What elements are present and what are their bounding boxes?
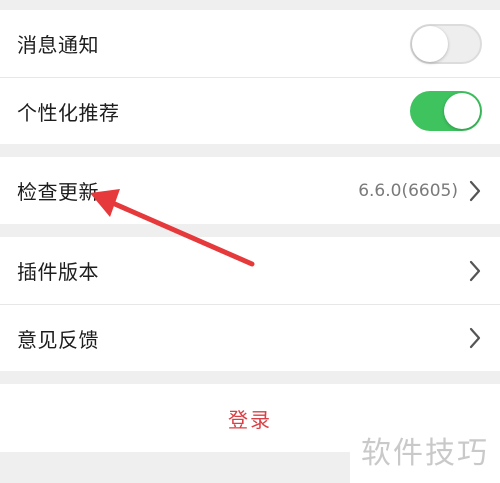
info-group: 插件版本 意见反馈 (0, 237, 500, 371)
notifications-toggle[interactable] (410, 23, 482, 64)
top-gap (0, 0, 500, 10)
notifications-row[interactable]: 消息通知 (0, 10, 500, 77)
watermark: 软件技巧 (350, 416, 500, 483)
personalized-row[interactable]: 个性化推荐 (0, 77, 500, 144)
plugin-version-row[interactable]: 插件版本 (0, 237, 500, 304)
watermark-text: 软件技巧 (361, 435, 489, 471)
chevron-right-icon (469, 327, 481, 349)
update-group: 检查更新 6.6.0(6605) (0, 157, 500, 224)
toggle-knob (412, 25, 448, 62)
plugin-version-label: 插件版本 (17, 260, 99, 284)
notifications-label: 消息通知 (17, 33, 99, 57)
feedback-row[interactable]: 意见反馈 (0, 304, 500, 371)
section-gap (0, 144, 500, 157)
toggle-group: 消息通知 个性化推荐 (0, 10, 500, 144)
feedback-label: 意见反馈 (17, 327, 99, 352)
version-value: 6.6.0(6605) (358, 180, 458, 201)
chevron-right-icon (469, 260, 481, 281)
section-gap (0, 371, 500, 384)
chevron-right-icon (469, 180, 481, 201)
check-update-label: 检查更新 (17, 180, 99, 204)
check-update-row[interactable]: 检查更新 6.6.0(6605) (0, 157, 500, 224)
personalized-label: 个性化推荐 (17, 100, 120, 125)
login-button[interactable]: 登录 (228, 404, 272, 433)
section-gap (0, 224, 500, 237)
settings-screen: 消息通知 个性化推荐 检查更新 6.6.0(6605) 插件版本 意见反馈 登录 (0, 0, 500, 452)
toggle-knob (444, 93, 480, 129)
personalized-toggle[interactable] (410, 91, 482, 131)
